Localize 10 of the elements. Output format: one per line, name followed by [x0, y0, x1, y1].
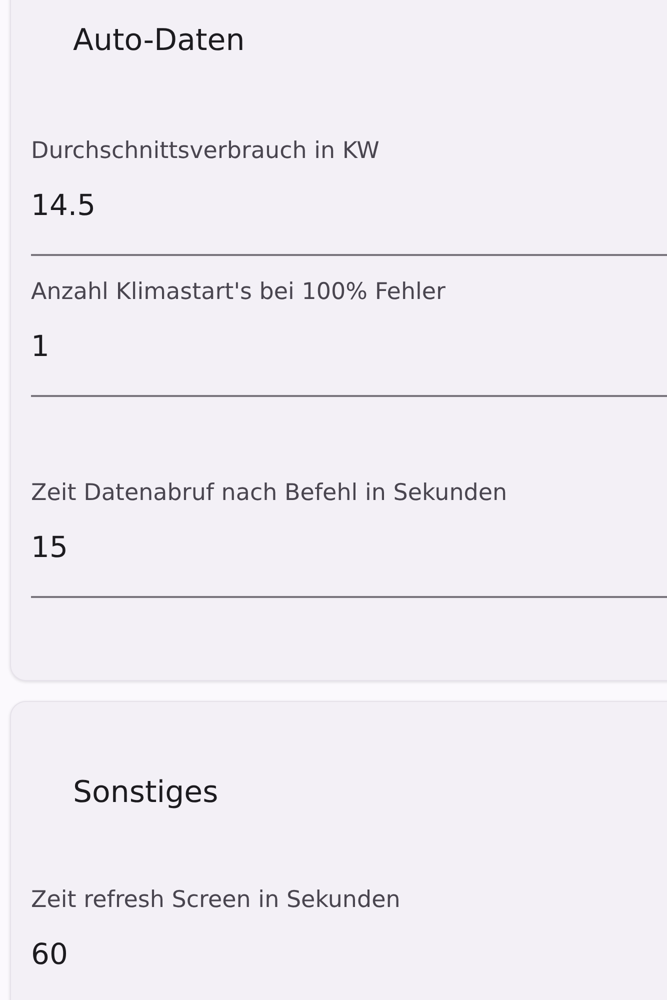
input-field[interactable]: 15 — [31, 518, 667, 598]
section-title: Sonstiges — [72, 774, 220, 812]
section-title: Auto-Daten — [72, 22, 246, 60]
input-field[interactable]: 14.5 — [31, 176, 667, 256]
field-label: Durchschnittsverbrauch in KW — [31, 137, 380, 166]
input-field[interactable]: 1 — [31, 317, 667, 397]
field-label: Anzahl Klimastart's bei 100% Fehler — [31, 278, 447, 307]
field-label: Zeit refresh Screen in Sekunden — [31, 886, 402, 915]
input-field[interactable]: 60 — [31, 925, 667, 1000]
field-label: Zeit Datenabruf nach Befehl in Sekunden — [31, 479, 508, 508]
